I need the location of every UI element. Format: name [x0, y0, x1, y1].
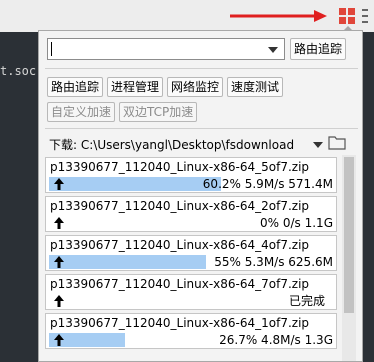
download-item-status: 55% 5.3M/s 625.6M [214, 255, 333, 269]
up-arrow-icon [54, 334, 64, 346]
progress-fill [49, 255, 207, 269]
download-item-name: p13390677_112040_Linux-x86-64_4of7.zip [50, 238, 310, 252]
download-item-status: 已完成 [288, 294, 325, 308]
tool-trace-route-button[interactable]: 路由追踪 [47, 77, 104, 97]
browser-menu-icon[interactable] [361, 6, 369, 26]
download-progress: 26.7% 4.8M/s 1.3G [49, 333, 335, 347]
dropdown-arrow-icon[interactable] [268, 47, 278, 53]
trace-route-button[interactable]: 路由追踪 [290, 38, 347, 60]
divider [45, 128, 358, 129]
download-item-status: 60.2% 5.9M/s 571.4M [202, 177, 333, 191]
up-arrow-icon [54, 217, 64, 229]
progress-fill [49, 177, 222, 191]
download-item-status: 0% 0/s 1.1G [260, 216, 333, 230]
download-item-name: p13390677_112040_Linux-x86-64_1of7.zip [50, 316, 310, 330]
download-list: p13390677_112040_Linux-x86-64_5of7.zip 6… [45, 155, 341, 361]
red-arrow-annotation-icon [230, 10, 327, 22]
download-path-dropdown-icon[interactable] [313, 142, 323, 148]
tool-network-monitor-button[interactable]: 网络监控 [167, 77, 224, 97]
download-item-status: 26.7% 4.8M/s 1.3G [219, 333, 333, 347]
download-progress: 55% 5.3M/s 625.6M [49, 255, 335, 269]
download-item-name: p13390677_112040_Linux-x86-64_5of7.zip [50, 160, 310, 174]
download-item[interactable]: p13390677_112040_Linux-x86-64_5of7.zip 6… [45, 157, 337, 193]
download-item[interactable]: p13390677_112040_Linux-x86-64_7of7.zip 已… [45, 274, 337, 310]
download-progress: 已完成 [49, 294, 335, 308]
dual-tcp-accel-button[interactable]: 双边TCP加速 [119, 102, 198, 122]
divider [45, 68, 358, 69]
up-arrow-icon [54, 295, 64, 307]
download-progress: 0% 0/s 1.1G [49, 216, 335, 230]
host-input[interactable] [47, 38, 285, 60]
extension-popup: 路由追踪 路由追踪 进程管理 网络监控 速度测试 自定义加速 双边TCP加速 下… [38, 30, 363, 362]
download-item[interactable]: p13390677_112040_Linux-x86-64_4of7.zip 5… [45, 235, 337, 271]
download-item[interactable]: p13390677_112040_Linux-x86-64_1of7.zip 2… [45, 313, 337, 349]
download-item-name: p13390677_112040_Linux-x86-64_2of7.zip [50, 199, 310, 213]
download-path-label: 下载: C:\Users\yangl\Desktop\fsdownload [49, 138, 295, 152]
up-arrow-icon [54, 178, 64, 190]
folder-icon[interactable] [328, 135, 346, 150]
download-progress: 60.2% 5.9M/s 571.4M [49, 177, 335, 191]
page-background-text: t.soc [0, 64, 37, 78]
browser-toolbar [0, 0, 374, 32]
text-caret [51, 42, 52, 56]
custom-accel-button[interactable]: 自定义加速 [47, 102, 116, 122]
tool-process-manager-button[interactable]: 进程管理 [107, 77, 164, 97]
download-item-name: p13390677_112040_Linux-x86-64_7of7.zip [50, 277, 310, 291]
tool-speed-test-button[interactable]: 速度测试 [227, 77, 284, 97]
download-item[interactable]: p13390677_112040_Linux-x86-64_2of7.zip 0… [45, 196, 337, 232]
scrollbar-thumb[interactable] [344, 157, 354, 313]
up-arrow-icon [54, 256, 64, 268]
extension-grid-icon[interactable] [338, 7, 356, 25]
